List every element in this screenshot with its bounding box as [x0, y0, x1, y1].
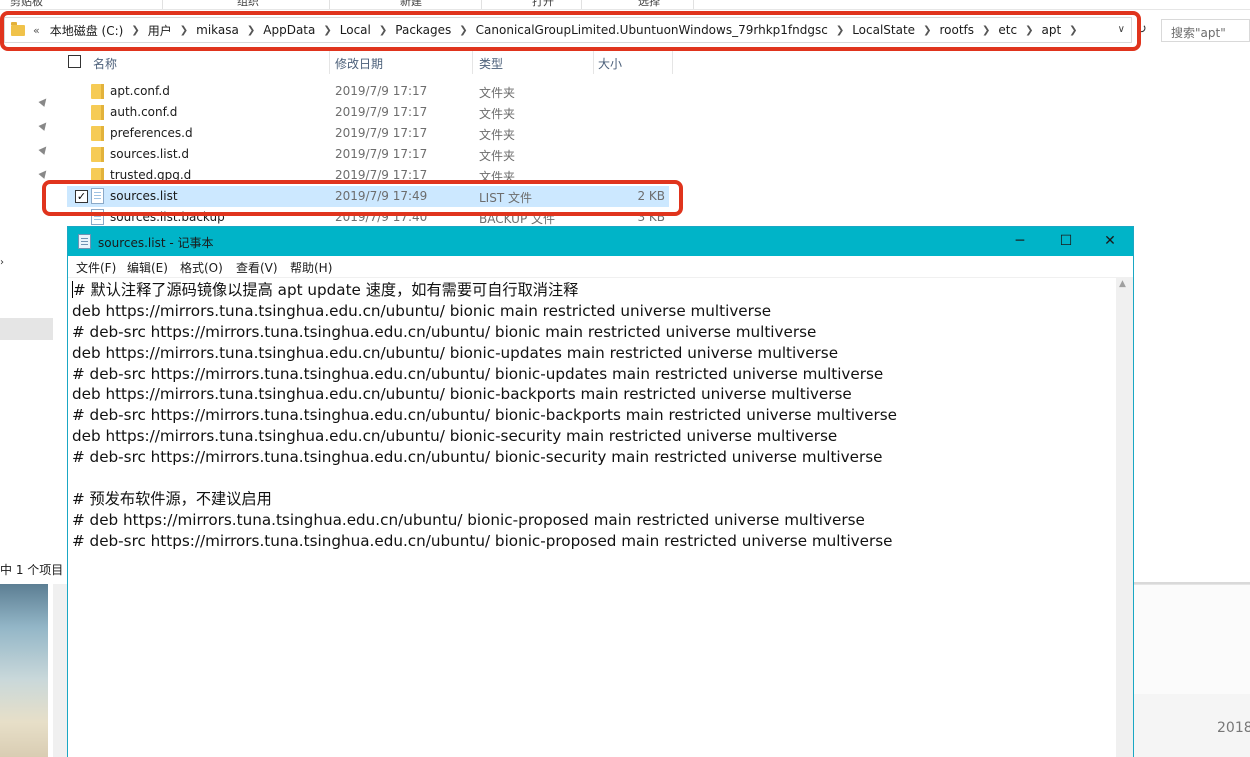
vertical-scrollbar[interactable]: ▲	[1116, 277, 1133, 757]
folder-icon	[91, 147, 104, 162]
pin-icon[interactable]: ▲	[37, 167, 50, 180]
title-bar[interactable]: sources.list - 记事本 ─ ☐ ✕	[68, 227, 1133, 256]
window-title: sources.list - 记事本	[98, 236, 214, 250]
photo-thumbnail	[0, 584, 48, 757]
ribbon-group-organize: 组织	[237, 0, 259, 8]
text-editor[interactable]: # 默认注释了源码镜像以提高 apt update 速度，如有需要可自行取消注释…	[68, 277, 1116, 757]
editor-line: # deb-src https://mirrors.tuna.tsinghua.…	[72, 531, 893, 550]
file-date: 2019/7/9 17:17	[335, 105, 428, 119]
address-highlight-box	[0, 11, 1141, 51]
menu-view[interactable]: 查看(V)	[236, 259, 278, 276]
file-highlight-box	[42, 180, 683, 216]
file-type: 文件夹	[479, 128, 516, 142]
file-type: 文件夹	[479, 107, 516, 121]
ribbon-group-select: 选择	[638, 0, 660, 8]
file-row[interactable]: auth.conf.d 2019/7/9 17:17 文件夹	[67, 102, 669, 123]
ribbon-group-new: 新建	[400, 0, 422, 8]
notepad-window: sources.list - 记事本 ─ ☐ ✕ 文件(F) 编辑(E) 格式(…	[67, 226, 1134, 757]
menu-file[interactable]: 文件(F)	[76, 259, 116, 276]
menu-help[interactable]: 帮助(H)	[290, 259, 332, 276]
folder-icon	[91, 105, 104, 120]
ribbon-group-labels: 剪贴板 组织 新建 打开 选择	[0, 0, 1250, 10]
file-name: preferences.d	[110, 126, 193, 140]
editor-line: # deb-src https://mirrors.tuna.tsinghua.…	[72, 448, 883, 467]
editor-line: # deb-src https://mirrors.tuna.tsinghua.…	[72, 406, 897, 425]
column-header-type[interactable]: 类型	[479, 55, 503, 72]
preview-panel	[1133, 584, 1250, 694]
editor-line: deb https://mirrors.tuna.tsinghua.edu.cn…	[72, 427, 838, 446]
file-row[interactable]: preferences.d 2019/7/9 17:17 文件夹	[67, 123, 669, 144]
file-date: 2019/7/9 17:17	[335, 147, 428, 161]
file-date: 2019/7/9 17:17	[335, 126, 428, 140]
column-header-size[interactable]: 大小	[598, 55, 622, 72]
file-type: 文件夹	[479, 149, 516, 163]
menu-bar: 文件(F) 编辑(E) 格式(O) 查看(V) 帮助(H)	[68, 256, 1133, 277]
folder-icon	[91, 84, 104, 99]
column-header-name[interactable]: 名称	[93, 55, 117, 72]
search-input[interactable]: 搜索"apt"	[1161, 19, 1250, 42]
folder-icon	[91, 126, 104, 141]
minimize-button[interactable]: ─	[997, 227, 1043, 256]
expand-arrow-icon[interactable]: ›	[0, 257, 4, 268]
ribbon-group-clipboard: 剪贴板	[10, 0, 43, 8]
select-all-checkbox[interactable]	[68, 55, 81, 68]
close-button[interactable]: ✕	[1087, 227, 1133, 256]
year-label: 2018	[1217, 720, 1250, 736]
editor-line: deb https://mirrors.tuna.tsinghua.edu.cn…	[72, 343, 839, 362]
pin-icon[interactable]: ▲	[37, 95, 50, 108]
column-header-modified[interactable]: 修改日期	[335, 55, 383, 72]
file-date: 2019/7/9 17:17	[335, 84, 428, 98]
pin-icon[interactable]: ▲	[37, 143, 50, 156]
pin-icon[interactable]: ▲	[37, 119, 50, 132]
editor-line: # 默认注释了源码镜像以提高 apt update 速度，如有需要可自行取消注释	[73, 281, 579, 299]
file-name: sources.list.d	[110, 147, 189, 161]
file-row[interactable]: apt.conf.d 2019/7/9 17:17 文件夹	[67, 81, 669, 102]
file-row[interactable]: sources.list.d 2019/7/9 17:17 文件夹	[67, 144, 669, 165]
scrollbar[interactable]	[53, 584, 68, 757]
scroll-up-icon[interactable]: ▲	[1119, 279, 1126, 289]
nav-item-selected[interactable]	[0, 318, 53, 340]
editor-line: # deb https://mirrors.tuna.tsinghua.edu.…	[72, 510, 865, 529]
notepad-icon	[78, 234, 91, 249]
menu-format[interactable]: 格式(O)	[180, 259, 223, 276]
editor-content: # 默认注释了源码镜像以提高 apt update 速度，如有需要可自行取消注释…	[72, 280, 897, 552]
navigation-pane: ▲ ▲ ▲ ▲ ›	[0, 44, 55, 584]
editor-line: # deb-src https://mirrors.tuna.tsinghua.…	[72, 322, 817, 341]
file-name: apt.conf.d	[110, 84, 170, 98]
ribbon-group-open: 打开	[532, 0, 554, 8]
maximize-button[interactable]: ☐	[1043, 227, 1089, 256]
file-name: auth.conf.d	[110, 105, 178, 119]
editor-line: # 预发布软件源，不建议启用	[72, 489, 272, 508]
editor-line: deb https://mirrors.tuna.tsinghua.edu.cn…	[72, 385, 852, 404]
editor-line: # deb-src https://mirrors.tuna.tsinghua.…	[72, 364, 884, 383]
menu-edit[interactable]: 编辑(E)	[127, 259, 168, 276]
editor-line: deb https://mirrors.tuna.tsinghua.edu.cn…	[72, 301, 772, 320]
file-type: 文件夹	[479, 86, 516, 100]
status-bar-text: 中 1 个项目 1	[0, 563, 75, 577]
